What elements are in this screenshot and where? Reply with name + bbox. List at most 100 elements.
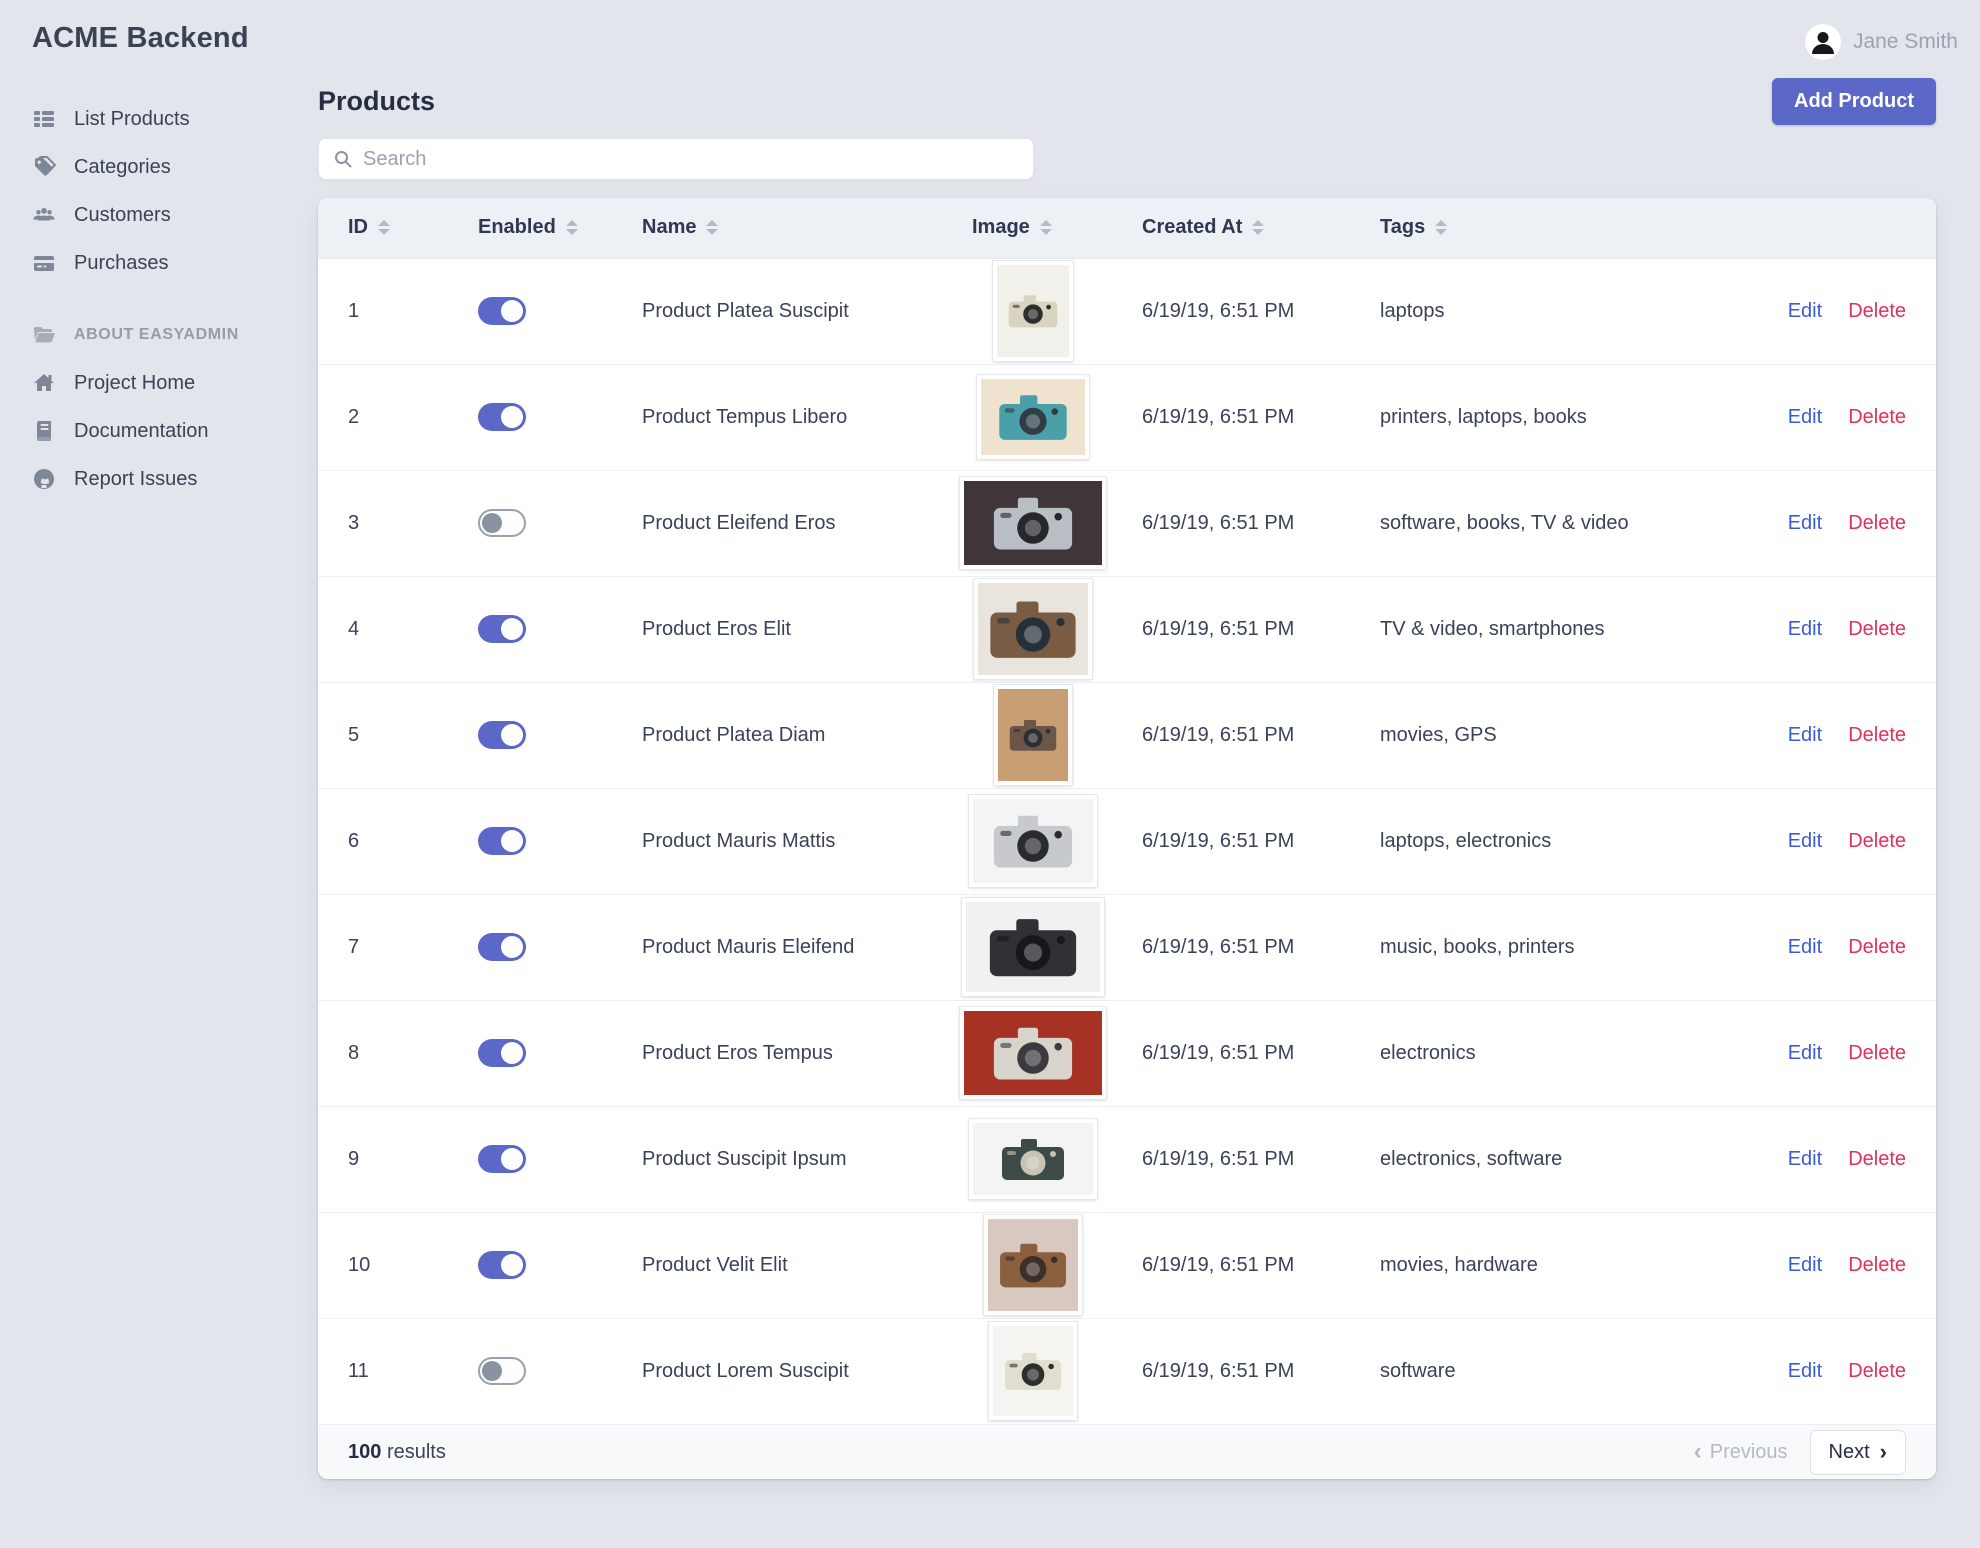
search-box: [318, 138, 1034, 180]
sidebar-item-label: Report Issues: [74, 467, 198, 490]
delete-link[interactable]: Delete: [1848, 724, 1906, 746]
cell-actions: Edit Delete: [1786, 363, 1936, 470]
sidebar: ACME Backend List Products Categories Cu…: [0, 0, 318, 1548]
cell-name: Product Mauris Mattis: [618, 787, 948, 894]
cell-id: 7: [318, 893, 454, 1000]
sidebar-item-label: Documentation: [74, 419, 209, 442]
column-header-tags[interactable]: Tags: [1356, 198, 1786, 258]
enabled-toggle[interactable]: [478, 1357, 526, 1386]
edit-link[interactable]: Edit: [1788, 936, 1822, 958]
camera-glyph: [1002, 1139, 1064, 1180]
cell-enabled: [454, 893, 618, 1000]
cell-created-at: 6/19/19, 6:51 PM: [1118, 787, 1356, 894]
edit-link[interactable]: Edit: [1788, 300, 1822, 322]
enabled-toggle[interactable]: [478, 827, 526, 855]
enabled-toggle[interactable]: [478, 1039, 526, 1067]
cell-enabled: [454, 575, 618, 682]
sidebar-item-report-issues[interactable]: Report Issues: [0, 455, 318, 503]
results-count: 100 results: [348, 1440, 446, 1463]
sort-icon: [706, 220, 719, 236]
cell-tags: laptops, electronics: [1356, 787, 1786, 894]
cell-tags: laptops: [1356, 257, 1786, 364]
delete-link[interactable]: Delete: [1848, 1254, 1906, 1276]
delete-link[interactable]: Delete: [1848, 512, 1906, 534]
cell-name: Product Eleifend Eros: [618, 469, 948, 576]
delete-link[interactable]: Delete: [1848, 618, 1906, 640]
camera-glyph: [993, 497, 1073, 550]
edit-link[interactable]: Edit: [1788, 724, 1822, 746]
cell-created-at: 6/19/19, 6:51 PM: [1118, 1317, 1356, 1424]
enabled-toggle[interactable]: [478, 297, 526, 325]
enabled-toggle[interactable]: [478, 509, 526, 537]
cell-image: [948, 787, 1118, 894]
edit-link[interactable]: Edit: [1788, 406, 1822, 428]
edit-link[interactable]: Edit: [1788, 618, 1822, 640]
product-image: [988, 1321, 1078, 1422]
cell-created-at: 6/19/19, 6:51 PM: [1118, 575, 1356, 682]
cell-actions: Edit Delete: [1786, 893, 1936, 1000]
delete-link[interactable]: Delete: [1848, 300, 1906, 322]
cell-name: Product Eros Elit: [618, 575, 948, 682]
sidebar-item-project-home[interactable]: Project Home: [0, 359, 318, 407]
sidebar-item-list-products[interactable]: List Products: [0, 95, 318, 143]
column-header-actions: [1786, 198, 1936, 258]
sort-icon: [1435, 220, 1448, 236]
column-header-created-at[interactable]: Created At: [1118, 198, 1356, 258]
edit-link[interactable]: Edit: [1788, 1148, 1822, 1170]
delete-link[interactable]: Delete: [1848, 1360, 1906, 1382]
app-logo[interactable]: ACME Backend: [0, 22, 318, 55]
enabled-toggle[interactable]: [478, 403, 526, 431]
cell-actions: Edit Delete: [1786, 681, 1936, 788]
sidebar-main-nav: List Products Categories Customers Purch…: [0, 95, 318, 287]
camera-glyph: [990, 601, 1076, 658]
sidebar-item-documentation[interactable]: Documentation: [0, 407, 318, 455]
user-menu[interactable]: Jane Smith: [1804, 24, 1958, 60]
pagination: ‹ Previous Next ›: [1694, 1429, 1906, 1475]
next-button[interactable]: Next ›: [1809, 1429, 1906, 1475]
sidebar-item-categories[interactable]: Categories: [0, 143, 318, 191]
product-image: [992, 260, 1074, 362]
delete-link[interactable]: Delete: [1848, 830, 1906, 852]
column-header-name[interactable]: Name: [618, 198, 948, 258]
cell-image: [948, 1211, 1118, 1318]
table-row: 10 Product Velit Elit 6/19/19, 6:51 PM m…: [318, 1211, 1936, 1318]
cell-image: [948, 681, 1118, 788]
enabled-toggle[interactable]: [478, 933, 526, 961]
table-header-row: ID Enabled Name Image Created At Tags: [318, 198, 1936, 258]
delete-link[interactable]: Delete: [1848, 406, 1906, 428]
column-header-enabled[interactable]: Enabled: [454, 198, 618, 258]
edit-link[interactable]: Edit: [1788, 1254, 1822, 1276]
cell-created-at: 6/19/19, 6:51 PM: [1118, 363, 1356, 470]
camera-glyph: [999, 395, 1067, 440]
enabled-toggle[interactable]: [478, 721, 526, 749]
sidebar-section-about: ABOUT EASYADMIN: [0, 311, 318, 359]
edit-link[interactable]: Edit: [1788, 830, 1822, 852]
cell-created-at: 6/19/19, 6:51 PM: [1118, 257, 1356, 364]
cell-name: Product Platea Suscipit: [618, 257, 948, 364]
sidebar-item-customers[interactable]: Customers: [0, 191, 318, 239]
column-header-id[interactable]: ID: [318, 198, 454, 258]
delete-link[interactable]: Delete: [1848, 1042, 1906, 1064]
cell-id: 5: [318, 681, 454, 788]
add-product-button[interactable]: Add Product: [1772, 77, 1936, 125]
search-input[interactable]: [363, 147, 1019, 171]
delete-link[interactable]: Delete: [1848, 1148, 1906, 1170]
search-icon: [333, 149, 353, 169]
enabled-toggle[interactable]: [478, 1251, 526, 1279]
cell-enabled: [454, 257, 618, 364]
delete-link[interactable]: Delete: [1848, 936, 1906, 958]
chevron-right-icon: ›: [1879, 1439, 1887, 1464]
edit-link[interactable]: Edit: [1788, 1360, 1822, 1382]
enabled-toggle[interactable]: [478, 1145, 526, 1173]
column-header-image[interactable]: Image: [948, 198, 1118, 258]
edit-link[interactable]: Edit: [1788, 512, 1822, 534]
cell-enabled: [454, 681, 618, 788]
main-content: Jane Smith Products Add Product ID: [318, 0, 1980, 1548]
cell-name: Product Lorem Suscipit: [618, 1317, 948, 1424]
user-name: Jane Smith: [1852, 30, 1958, 53]
enabled-toggle[interactable]: [478, 615, 526, 643]
sidebar-item-purchases[interactable]: Purchases: [0, 239, 318, 287]
edit-link[interactable]: Edit: [1788, 1042, 1822, 1064]
users-icon: [32, 203, 56, 227]
sidebar-item-label: List Products: [74, 107, 190, 130]
